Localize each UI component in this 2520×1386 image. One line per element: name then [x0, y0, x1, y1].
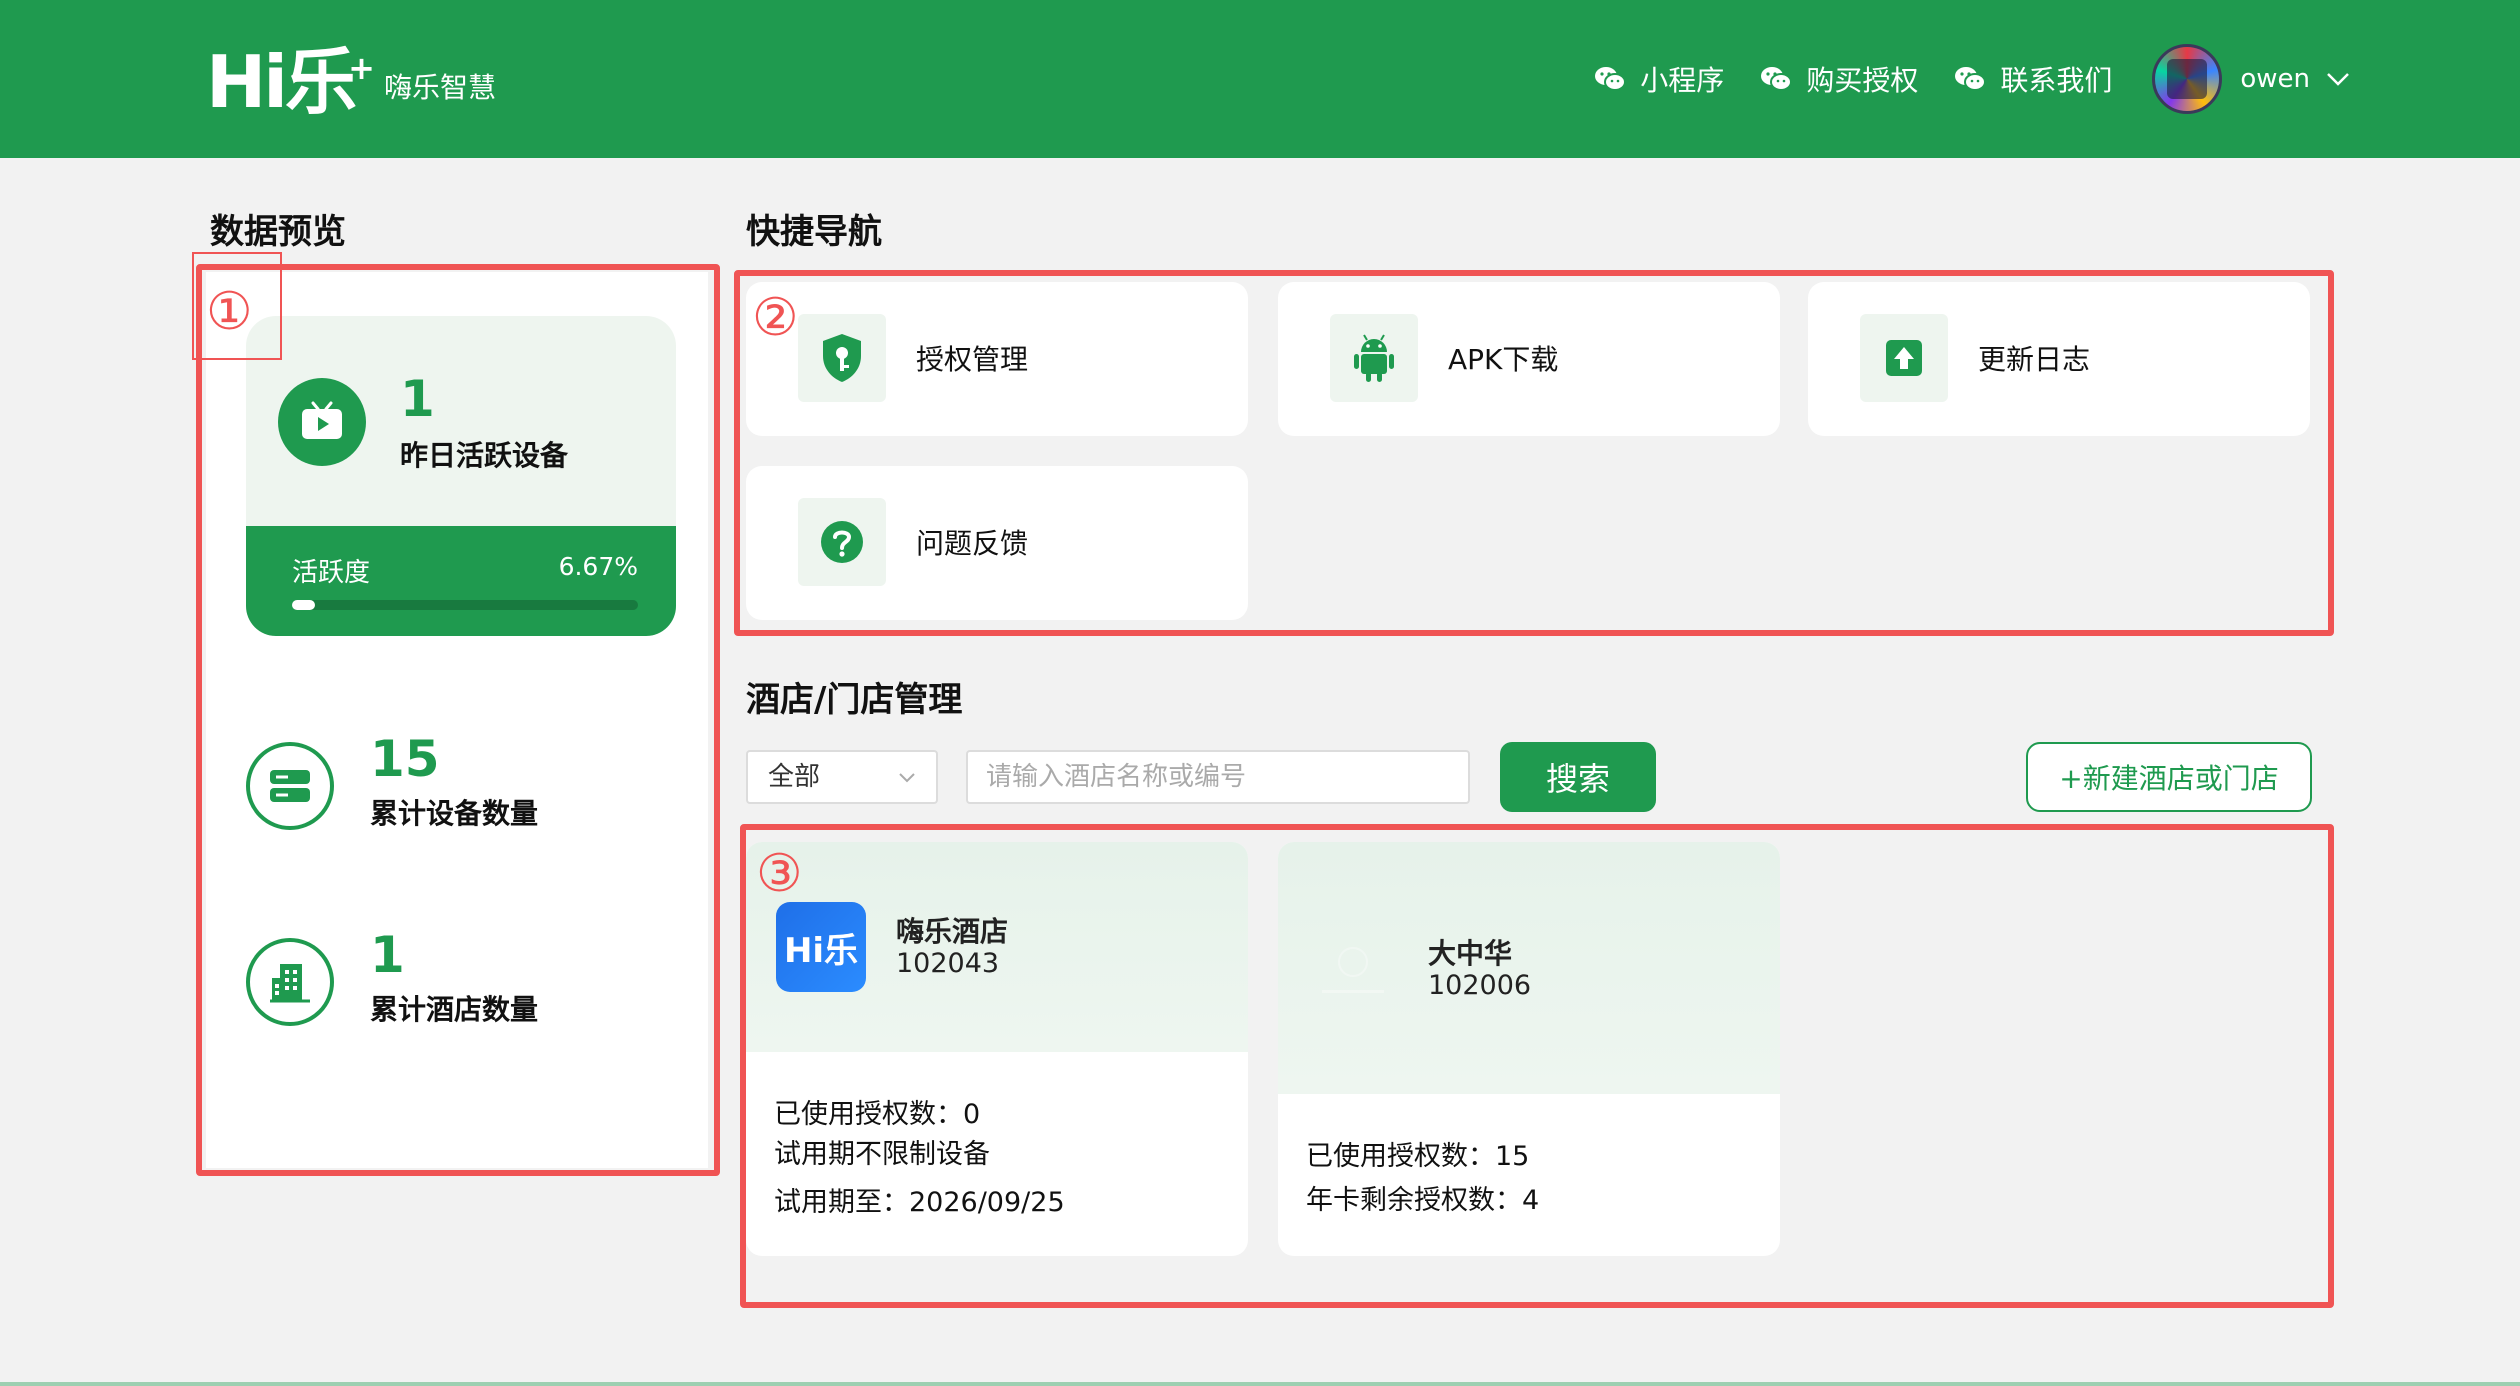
- active-devices-value: 1: [400, 370, 435, 428]
- quicknav-label: 问题反馈: [916, 527, 1029, 560]
- quicknav-update-log[interactable]: 更新日志: [1808, 282, 2310, 436]
- top-header: Hi乐 + 嗨乐智慧 小程序 购买授权 联系我们 owen: [0, 0, 2520, 158]
- chevron-down-icon[interactable]: [2326, 71, 2350, 87]
- activity-bar: 活跃度 6.67%: [246, 526, 676, 636]
- hotel-info-line: 已使用授权数：15: [1306, 1141, 1530, 1172]
- hotel-info-line: 年卡剩余授权数：4: [1306, 1185, 1540, 1216]
- hotel-code: 102043: [896, 948, 1000, 979]
- hotel-card[interactable]: Hi乐 嗨乐酒店 102043 已使用授权数：0 试用期不限制设备 试用期至：2…: [746, 842, 1248, 1256]
- activity-percent: 6.67%: [558, 552, 638, 581]
- nav-buy-license[interactable]: 购买授权: [1760, 59, 1918, 99]
- hotel-logo: Hi乐: [776, 902, 866, 992]
- nav-label: 联系我们: [2000, 64, 2113, 97]
- quicknav-apk-download[interactable]: APK下载: [1278, 282, 1780, 436]
- hotel-info-line: 试用期至：2026/09/25: [774, 1187, 1065, 1218]
- server-icon: [246, 742, 334, 830]
- hotel-code: 102006: [1428, 970, 1532, 1001]
- overview-title: 数据预览: [210, 212, 346, 252]
- total-devices-value: 15: [370, 730, 440, 788]
- logo-mark: Hi乐 +: [206, 40, 375, 124]
- activity-track: [292, 600, 638, 610]
- total-devices-label: 累计设备数量: [370, 797, 539, 830]
- nav-label: 小程序: [1640, 64, 1725, 97]
- quicknav-label: 授权管理: [916, 343, 1029, 376]
- wechat-icon: [1955, 67, 1987, 91]
- active-devices-card: 1 昨日活跃设备 活跃度 6.67%: [246, 316, 676, 636]
- avatar[interactable]: [2152, 44, 2223, 114]
- header-nav: 小程序 购买授权 联系我们 owen: [1558, 40, 2350, 118]
- annotation-number-3: ③: [756, 844, 803, 904]
- upload-icon: [1860, 314, 1948, 402]
- activity-label: 活跃度: [292, 558, 371, 588]
- nav-contact-us[interactable]: 联系我们: [1954, 59, 2112, 99]
- quicknav-license-management[interactable]: 授权管理: [746, 282, 1248, 436]
- wechat-icon: [1761, 67, 1793, 91]
- activity-fill: [292, 600, 316, 610]
- question-icon: [798, 498, 886, 586]
- active-devices-label: 昨日活跃设备: [400, 439, 569, 472]
- nav-mini-program[interactable]: 小程序: [1594, 59, 1724, 99]
- chevron-down-icon: [899, 773, 915, 783]
- brand-name: 嗨乐智慧: [383, 71, 496, 104]
- total-hotels-value: 1: [370, 926, 405, 984]
- annotation-number-1: ①: [206, 282, 253, 342]
- shield-key-icon: [798, 314, 886, 402]
- filter-value: 全部: [768, 762, 821, 792]
- quicknav-feedback[interactable]: 问题反馈: [746, 466, 1248, 620]
- bottom-divider: [0, 1382, 2520, 1386]
- nav-label: 购买授权: [1806, 64, 1919, 97]
- building-icon: [246, 938, 334, 1026]
- username[interactable]: owen: [2240, 64, 2310, 94]
- tv-icon: [278, 378, 366, 466]
- total-hotels-label: 累计酒店数量: [370, 993, 539, 1026]
- quicknav-label: APK下载: [1448, 343, 1559, 376]
- total-hotels-stat: 1 累计酒店数量: [246, 926, 666, 1032]
- android-icon: [1330, 314, 1418, 402]
- wechat-icon: [1595, 67, 1627, 91]
- hotel-mgmt-title: 酒店/门店管理: [746, 680, 963, 720]
- hotel-name: 大中华: [1428, 937, 1513, 970]
- hotel-info-line: 试用期不限制设备: [774, 1139, 990, 1170]
- search-button[interactable]: 搜索: [1500, 742, 1656, 812]
- hotel-card[interactable]: 大中华 102006 已使用授权数：15 年卡剩余授权数：4: [1278, 842, 1780, 1256]
- new-hotel-button[interactable]: +新建酒店或门店: [2026, 742, 2312, 812]
- hotel-name: 嗨乐酒店: [896, 915, 1009, 948]
- logo[interactable]: Hi乐 + 嗨乐智慧: [206, 42, 496, 118]
- annotation-number-2: ②: [752, 288, 799, 348]
- quicknav-title: 快捷导航: [746, 212, 882, 252]
- hotel-filter-select[interactable]: 全部: [746, 750, 938, 804]
- total-devices-stat: 15 累计设备数量: [246, 730, 666, 836]
- hotel-search-input[interactable]: [966, 750, 1470, 804]
- quicknav-label: 更新日志: [1978, 343, 2091, 376]
- hotel-logo-placeholder: [1308, 932, 1398, 1022]
- hotel-info-line: 已使用授权数：0: [774, 1099, 981, 1130]
